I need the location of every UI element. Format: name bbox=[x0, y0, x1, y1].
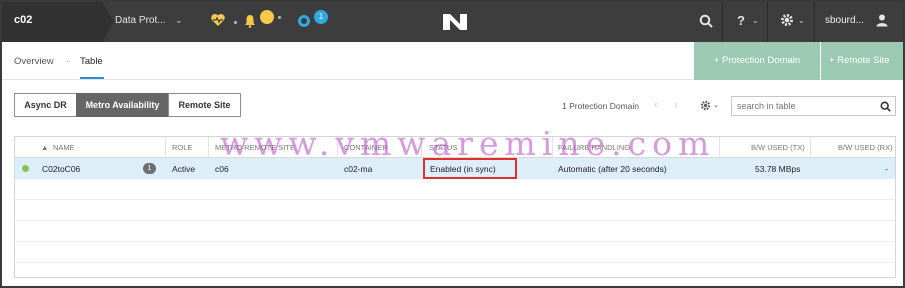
circle-tasks-icon[interactable] bbox=[298, 15, 310, 27]
cluster-selector[interactable]: c02 bbox=[2, 2, 102, 42]
toggle-async-dr[interactable]: Async DR bbox=[14, 93, 77, 117]
user-icon[interactable] bbox=[875, 13, 889, 27]
chevron-down-icon[interactable]: ⌄ bbox=[798, 16, 805, 25]
top-navigation-bar: c02 Data Prot... ⌄ 1 ? ⌄ ⌄ sbourd... bbox=[2, 2, 903, 42]
column-header-name[interactable]: NAME bbox=[53, 143, 75, 152]
tab-table[interactable]: Table bbox=[80, 56, 103, 67]
task-count-badge[interactable]: 1 bbox=[314, 10, 328, 24]
table-settings-gear-icon[interactable] bbox=[700, 100, 711, 111]
toggle-metro-availability[interactable]: Metro Availability bbox=[76, 93, 169, 117]
nutanix-logo bbox=[443, 14, 467, 30]
tab-overview[interactable]: Overview bbox=[14, 56, 54, 67]
topbar-divider bbox=[722, 2, 723, 42]
chevron-down-icon[interactable]: ⌄ bbox=[175, 15, 183, 26]
cell-bw-tx: 53.78 MBps bbox=[755, 164, 801, 174]
chevron-down-icon[interactable]: ⌄ bbox=[752, 16, 759, 25]
toggle-remote-site[interactable]: Remote Site bbox=[168, 93, 241, 117]
user-menu[interactable]: sbourd... bbox=[825, 15, 864, 26]
cell-failure-handling: Automatic (after 20 seconds) bbox=[558, 164, 667, 174]
column-header-bw-tx[interactable]: B/W USED (TX) bbox=[751, 143, 805, 152]
separator-dot bbox=[234, 21, 237, 24]
search-icon[interactable] bbox=[699, 14, 713, 28]
table-search-field[interactable] bbox=[731, 96, 896, 116]
tab-separator: · bbox=[66, 56, 70, 67]
add-protection-domain-button[interactable]: + Protection Domain bbox=[694, 42, 820, 80]
empty-table-row bbox=[15, 200, 895, 221]
active-tab-indicator bbox=[80, 77, 104, 79]
column-divider bbox=[719, 137, 720, 158]
previous-page-button[interactable]: ‹ bbox=[654, 99, 658, 111]
cluster-arrow-shape bbox=[102, 2, 114, 42]
cell-role: Active bbox=[172, 164, 196, 174]
column-divider bbox=[208, 137, 209, 158]
empty-table-row bbox=[15, 179, 895, 200]
column-divider bbox=[165, 137, 166, 158]
topbar-divider bbox=[814, 2, 815, 42]
alert-count-badge[interactable] bbox=[260, 10, 274, 24]
bell-icon[interactable] bbox=[244, 14, 256, 28]
column-divider bbox=[810, 137, 811, 158]
chevron-down-icon[interactable]: ⌄ bbox=[713, 101, 719, 109]
cell-container: c02-ma bbox=[344, 164, 373, 174]
column-header-bw-rx[interactable]: B/W USED (RX) bbox=[838, 143, 893, 152]
watermark-text: www.vmwaremine.com bbox=[220, 124, 716, 163]
help-icon[interactable]: ? bbox=[737, 13, 745, 28]
gear-icon[interactable] bbox=[780, 13, 794, 27]
sort-asc-icon[interactable]: ▲ bbox=[41, 143, 48, 152]
column-header-role[interactable]: ROLE bbox=[172, 143, 192, 152]
separator-dot bbox=[278, 16, 281, 19]
empty-table-row bbox=[15, 221, 895, 242]
empty-table-row bbox=[15, 242, 895, 263]
count-badge: 1 bbox=[143, 163, 156, 174]
next-page-button[interactable]: › bbox=[674, 99, 678, 111]
cell-name[interactable]: C02toC06 bbox=[42, 164, 80, 174]
table-search-input[interactable] bbox=[732, 97, 872, 115]
row-count-label: 1 Protection Domain bbox=[562, 101, 640, 111]
cluster-name: c02 bbox=[14, 14, 33, 26]
heart-health-icon[interactable] bbox=[210, 12, 226, 28]
add-remote-site-button[interactable]: + Remote Site bbox=[821, 42, 903, 80]
cell-remote-site: c06 bbox=[215, 164, 229, 174]
cell-bw-rx: - bbox=[885, 164, 888, 174]
main-menu-dropdown[interactable]: Data Prot... bbox=[115, 15, 166, 26]
status-indicator-dot bbox=[22, 165, 29, 172]
topbar-divider bbox=[767, 2, 768, 42]
view-subheader: Overview · Table + Protection Domain + R… bbox=[2, 42, 903, 80]
search-icon[interactable] bbox=[880, 101, 891, 112]
